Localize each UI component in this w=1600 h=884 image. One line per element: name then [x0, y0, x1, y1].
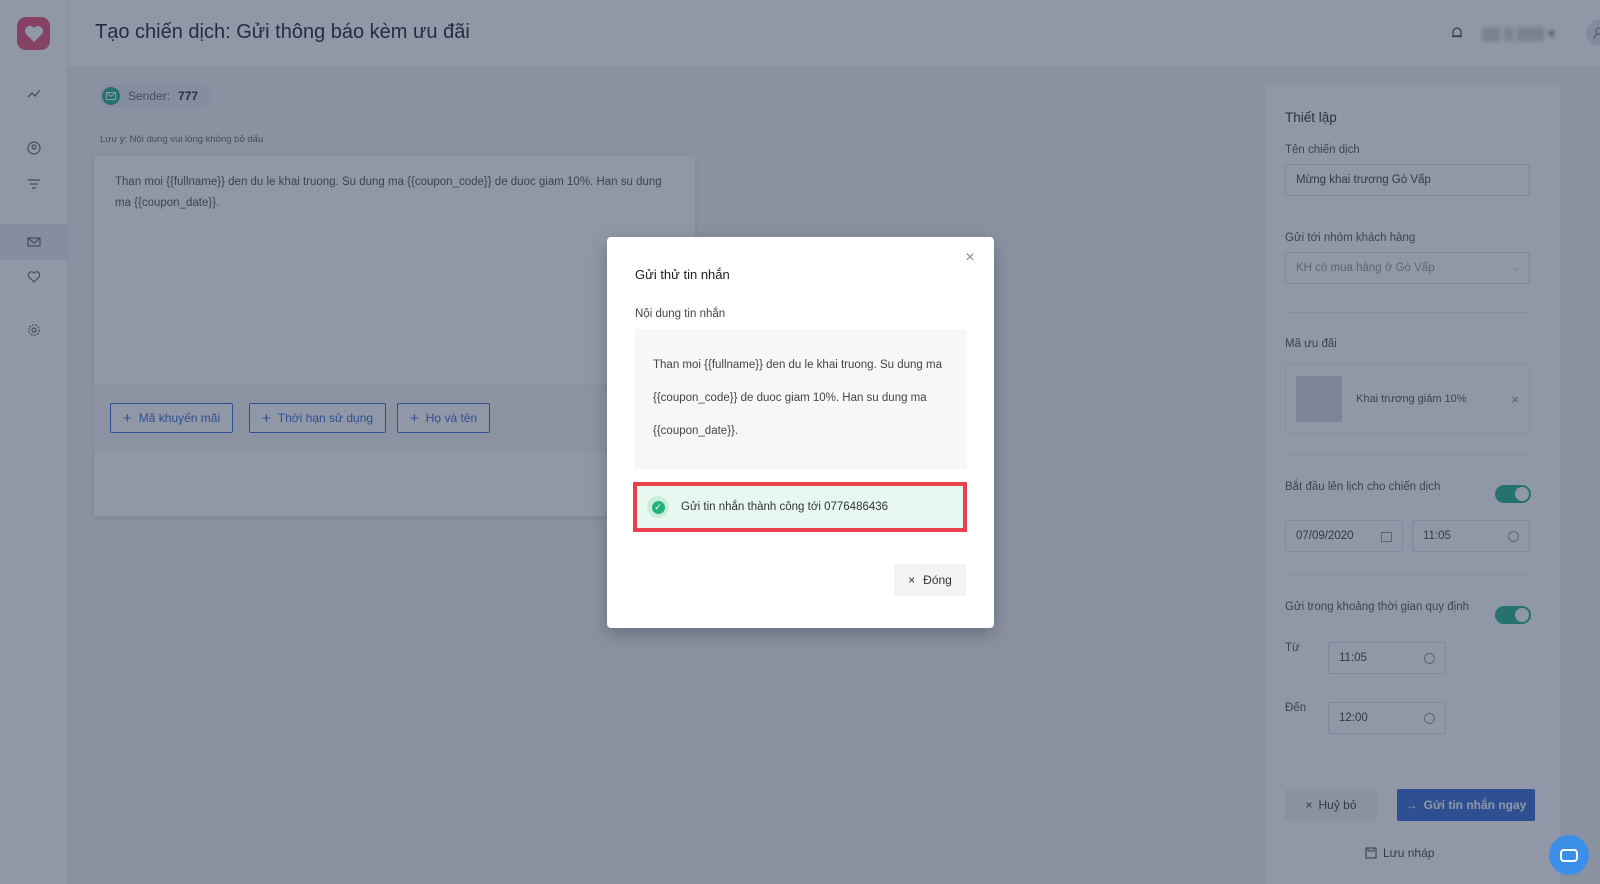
success-highlight: ✓ Gửi tin nhắn thành công tới 0776486436: [633, 482, 967, 532]
success-alert: ✓ Gửi tin nhắn thành công tới 0776486436: [637, 486, 963, 528]
success-text: Gửi tin nhắn thành công tới 0776486436: [681, 501, 889, 513]
modal-title: Gửi thử tin nhắn: [635, 267, 730, 282]
test-message-modal: Gửi thử tin nhắn × Nội dung tin nhắn Tha…: [607, 237, 994, 628]
close-icon: ×: [908, 573, 916, 587]
modal-message: Than moi {{fullname}} den du le khai tru…: [635, 329, 967, 469]
close-icon[interactable]: ×: [962, 250, 978, 266]
close-button[interactable]: × Đóng: [894, 564, 966, 596]
modal-content-label: Nội dung tin nhắn: [635, 308, 726, 320]
check-circle-icon: ✓: [647, 496, 669, 518]
chat-support-button[interactable]: [1549, 835, 1589, 875]
chat-icon: [1560, 848, 1578, 862]
